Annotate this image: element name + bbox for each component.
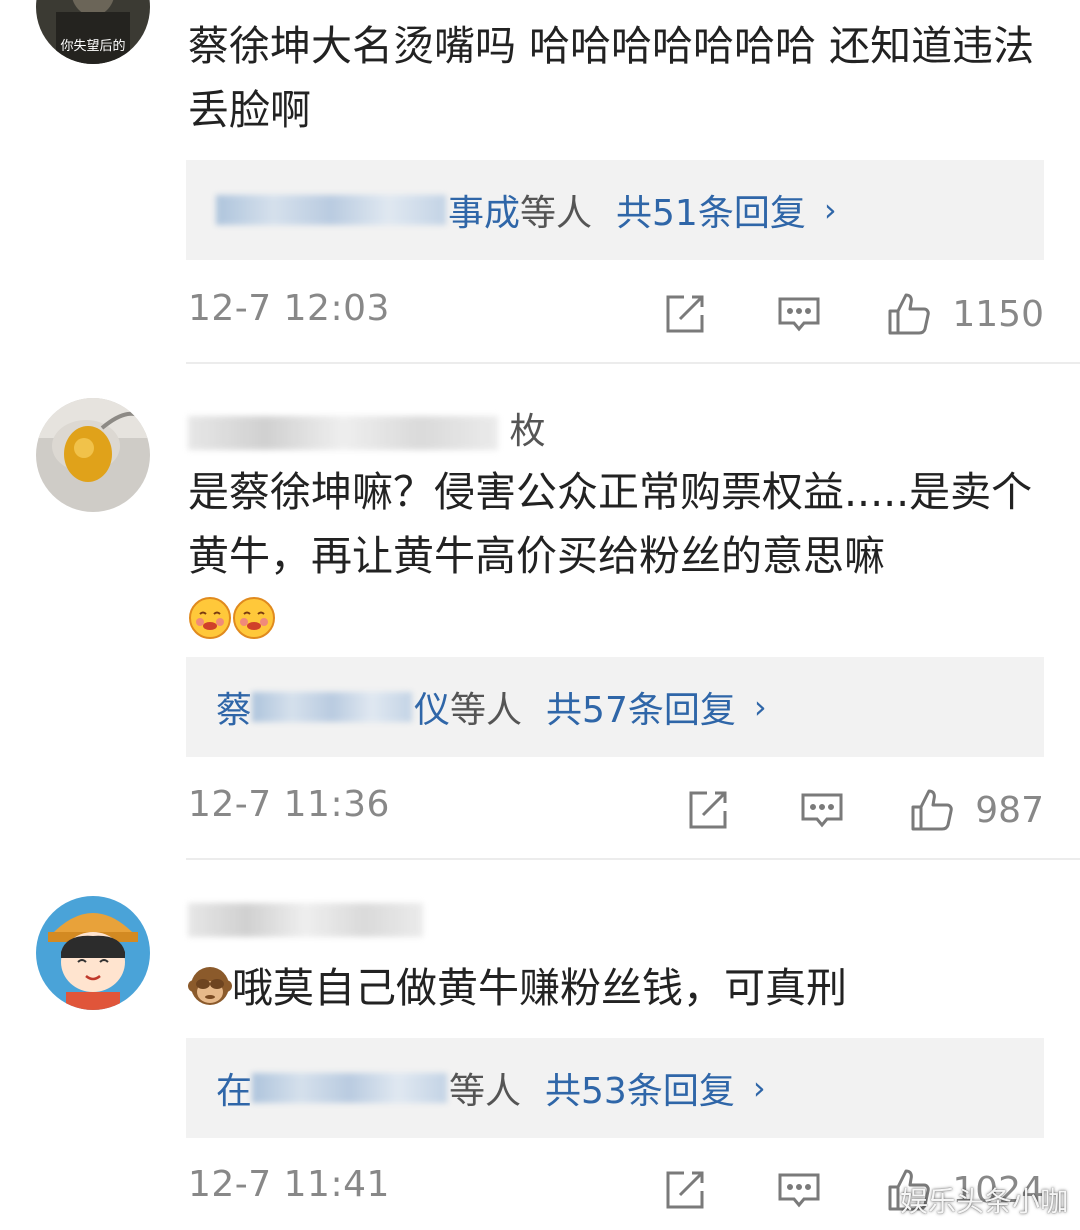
reply-names-head: 蔡 xyxy=(216,690,253,731)
reply-others-label: 等人 xyxy=(450,690,523,731)
reply-summary[interactable]: 在 等人 共53条回复 › xyxy=(186,1038,1044,1138)
share-edit-icon[interactable] xyxy=(662,291,708,337)
reply-names: 仪 xyxy=(414,690,451,731)
avatar[interactable]: 你失望后的 xyxy=(36,0,150,64)
comment-bubble-icon[interactable] xyxy=(799,787,845,833)
chevron-right-icon[interactable]: › xyxy=(824,191,837,229)
comment-text: 是蔡徐坤嘛？侵害公众正常购票权益.....是卖个黄牛，再让黄牛高价买给粉丝的意思… xyxy=(188,460,1058,652)
reply-summary[interactable]: 事成 等人 共51条回复 › xyxy=(186,160,1044,260)
comment-time: 12-7 11:36 xyxy=(188,784,390,825)
avatar[interactable] xyxy=(36,896,150,1010)
comment-time: 12-7 11:41 xyxy=(188,1164,390,1205)
divider xyxy=(186,362,1080,364)
blurred-username xyxy=(188,416,498,450)
comment-bubble-icon[interactable] xyxy=(776,291,822,337)
avatar[interactable] xyxy=(36,398,150,512)
like-count: 1150 xyxy=(952,293,1044,335)
comment-time: 12-7 12:03 xyxy=(188,288,390,329)
like-count: 987 xyxy=(975,789,1044,831)
username[interactable]: 枚 xyxy=(188,402,545,454)
comment-meta: 12-7 12:03 1150 xyxy=(188,284,1044,344)
reply-others-label: 等人 xyxy=(449,1071,522,1112)
reply-names-head: 在 xyxy=(216,1071,253,1112)
share-edit-icon[interactable] xyxy=(685,787,731,833)
reply-count-link[interactable]: 共51条回复 xyxy=(616,184,806,236)
comment-bubble-icon[interactable] xyxy=(776,1167,822,1213)
watermark: 娱乐头条小咖 xyxy=(899,1185,1068,1218)
thumbs-up-icon[interactable] xyxy=(886,291,932,337)
username-visible-part: 枚 xyxy=(509,411,546,452)
reply-others-label: 等人 xyxy=(520,193,593,234)
comment-text: 蔡徐坤大名烫嘴吗 哈哈哈哈哈哈哈 还知道违法丢脸啊 xyxy=(188,22,1035,134)
blush-face-emoji-icon xyxy=(233,597,275,639)
blush-face-emoji-icon xyxy=(189,597,231,639)
reply-count-link[interactable]: 共53条回复 xyxy=(545,1062,735,1114)
reply-names: 事成 xyxy=(448,193,521,234)
blurred-username xyxy=(188,903,423,937)
blurred-reply-names xyxy=(252,692,413,722)
comment-text-body: 是蔡徐坤嘛？侵害公众正常购票权益.....是卖个黄牛，再让黄牛高价买给粉丝的意思… xyxy=(188,468,1033,580)
chevron-right-icon[interactable]: › xyxy=(753,1069,766,1107)
thumbs-up-icon[interactable] xyxy=(909,787,955,833)
see-no-evil-monkey-emoji-icon xyxy=(188,967,232,1005)
comment-actions: 987 xyxy=(685,780,1044,840)
divider xyxy=(186,858,1080,860)
reply-summary[interactable]: 蔡 仪 等人 共57条回复 › xyxy=(186,657,1044,757)
comment-meta: 12-7 11:36 987 xyxy=(188,780,1044,840)
blurred-reply-names xyxy=(216,195,446,225)
chevron-right-icon[interactable]: › xyxy=(754,688,767,726)
comment-text-body: 哦莫自己做黄牛赚粉丝钱，可真刑 xyxy=(232,964,847,1012)
blurred-reply-names xyxy=(252,1073,448,1103)
comment-text: 哦莫自己做黄牛赚粉丝钱，可真刑 xyxy=(188,956,1058,1020)
avatar-caption: 你失望后的 xyxy=(60,38,125,54)
comment-actions: 1150 xyxy=(662,284,1044,344)
reply-count-link[interactable]: 共57条回复 xyxy=(546,681,736,733)
share-edit-icon[interactable] xyxy=(662,1167,708,1213)
username[interactable] xyxy=(188,898,423,939)
